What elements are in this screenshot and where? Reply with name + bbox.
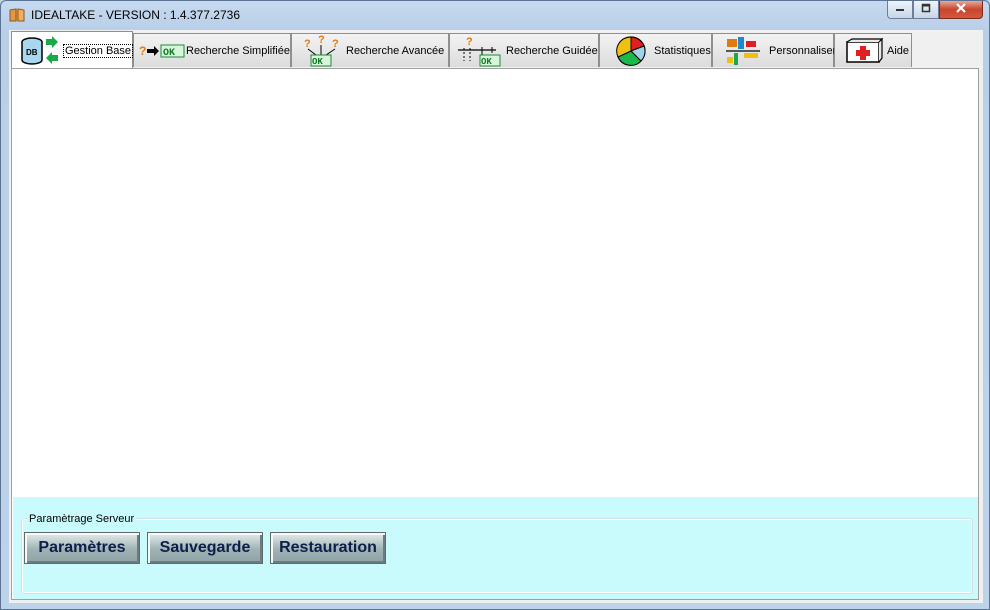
close-button[interactable] — [939, 1, 983, 19]
maximize-icon — [921, 3, 931, 16]
tab-label: Personnaliser — [769, 44, 837, 57]
svg-text:?: ? — [139, 44, 146, 58]
client-area: DB Gestion Base ? OK Recherche Simplifié… — [9, 30, 983, 603]
tab-label: Statistiques — [654, 44, 711, 57]
tab-aide[interactable]: Aide — [834, 33, 912, 67]
window-title: IDEALTAKE - VERSION : 1.4.377.2736 — [31, 8, 240, 22]
svg-text:OK: OK — [163, 48, 175, 59]
first-aid-icon — [841, 37, 887, 64]
question-arrow-ok-icon: ? OK — [138, 43, 186, 59]
parametres-button[interactable]: Paramètres — [24, 532, 140, 564]
window-controls — [887, 1, 983, 20]
tab-recherche-avancee[interactable]: ? ? ? OK Recherche Avancée — [291, 33, 449, 67]
minimize-icon — [895, 3, 905, 16]
svg-text:?: ? — [318, 35, 325, 46]
svg-text:?: ? — [466, 36, 473, 48]
book-icon[interactable] — [9, 8, 25, 22]
svg-text:?: ? — [332, 38, 339, 50]
svg-text:OK: OK — [312, 57, 323, 67]
server-settings-group-label: Paramètrage Serveur — [27, 513, 137, 525]
sauvegarde-button[interactable]: Sauvegarde — [147, 532, 263, 564]
server-settings-pane: Paramètrage Serveur Paramètres Sauvegard… — [13, 497, 978, 599]
close-icon — [955, 2, 967, 17]
multi-question-ok-icon: ? ? ? OK — [298, 35, 346, 67]
tab-strip: DB Gestion Base ? OK Recherche Simplifié… — [9, 31, 983, 69]
tab-recherche-simplifiee[interactable]: ? OK Recherche Simplifiée — [133, 33, 291, 67]
restauration-button[interactable]: Restauration — [270, 532, 386, 564]
tab-label: Recherche Simplifiée — [186, 44, 290, 57]
svg-text:OK: OK — [481, 57, 492, 67]
database-sync-icon: DB — [16, 35, 64, 67]
maximize-button[interactable] — [913, 1, 939, 19]
title-bar[interactable]: IDEALTAKE - VERSION : 1.4.377.2736 — [1, 1, 989, 29]
svg-text:DB: DB — [26, 48, 38, 57]
tab-label: Recherche Avancée — [346, 44, 445, 57]
tab-gestion-base[interactable]: DB Gestion Base — [11, 31, 134, 69]
guided-search-icon: ? OK — [454, 35, 506, 67]
tab-recherche-guidee[interactable]: ? OK Recherche Guidée — [449, 33, 599, 67]
pie-chart-icon — [608, 35, 654, 67]
tab-panel-gestion-base: Paramètrage Serveur Paramètres Sauvegard… — [11, 68, 979, 600]
tab-personnaliser[interactable]: Personnaliser — [712, 33, 837, 67]
tab-label: Aide — [887, 44, 910, 57]
tab-label: Gestion Base — [62, 43, 134, 58]
svg-text:?: ? — [304, 38, 311, 50]
app-window: IDEALTAKE - VERSION : 1.4.377.2736 DB Ge… — [0, 0, 990, 610]
minimize-button[interactable] — [887, 1, 913, 19]
tab-label: Recherche Guidée — [506, 44, 598, 57]
tab-statistiques[interactable]: Statistiques — [599, 33, 712, 67]
customize-icon — [719, 35, 769, 67]
